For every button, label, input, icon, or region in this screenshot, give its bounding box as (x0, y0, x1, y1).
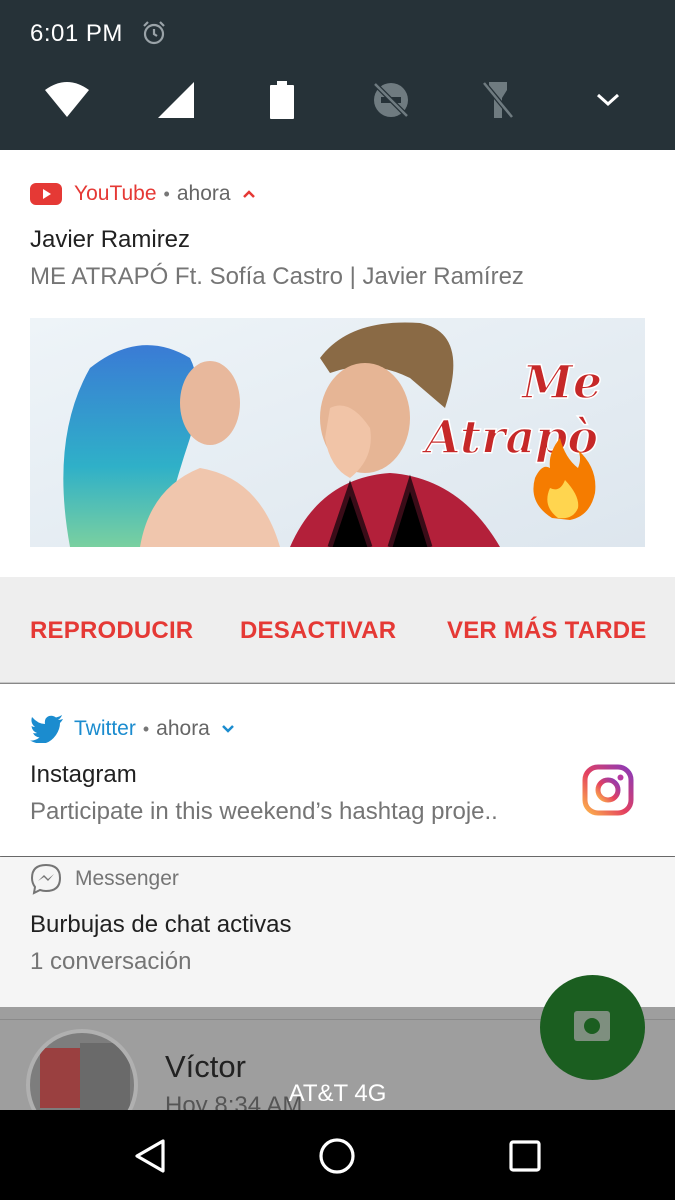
notification-text: 1 conversación (30, 948, 192, 975)
expand-chevron-icon[interactable] (220, 721, 236, 737)
youtube-icon (30, 181, 64, 207)
watch-later-button[interactable]: VER MÁS TARDE (447, 617, 647, 645)
instagram-icon (582, 764, 634, 816)
carrier-label: AT&T 4G (288, 1080, 387, 1107)
camera-fab[interactable] (540, 975, 645, 1080)
notification-header: Twitter • ahora (30, 715, 236, 743)
play-button[interactable]: REPRODUCIR (30, 617, 193, 645)
recents-icon (509, 1140, 541, 1172)
messenger-icon (30, 863, 64, 895)
app-name: Messenger (75, 867, 179, 890)
disable-button[interactable]: DESACTIVAR (240, 617, 396, 645)
collapse-chevron-icon[interactable] (241, 186, 257, 202)
youtube-notification[interactable]: YouTube • ahora Javier Ramirez ME ATRAPÓ… (0, 150, 675, 683)
notification-actions: REPRODUCIR DESACTIVAR VER MÁS TARDE (0, 577, 675, 683)
notification-text: ME ATRAPÓ Ft. Sofía Castro | Javier Ramí… (30, 263, 524, 290)
video-thumbnail[interactable]: Me Atrapò (30, 318, 645, 547)
status-time: 6:01 PM (30, 20, 123, 47)
recents-button[interactable] (501, 1132, 549, 1180)
twitter-bird-icon (30, 715, 64, 743)
thumbnail-title-line2: Atrapò (421, 410, 598, 464)
cell-signal-icon[interactable] (152, 76, 200, 124)
notification-header: YouTube • ahora (30, 181, 257, 207)
navigation-bar (0, 1110, 675, 1200)
twitter-notification[interactable]: Twitter • ahora Instagram Participate in… (0, 684, 675, 856)
app-name: YouTube (74, 182, 157, 205)
home-button[interactable] (313, 1132, 361, 1180)
notification-time: ahora (156, 717, 210, 740)
wifi-icon[interactable] (43, 76, 91, 124)
notification-title: Javier Ramirez (30, 226, 191, 253)
home-icon (319, 1138, 355, 1174)
alarm-icon (143, 21, 165, 45)
do-not-disturb-off-icon[interactable] (367, 76, 415, 124)
battery-icon[interactable] (258, 76, 306, 124)
back-button[interactable] (126, 1132, 174, 1180)
quick-settings-header: 6:01 PM (0, 0, 675, 150)
flashlight-off-icon[interactable] (474, 76, 522, 124)
notification-text: Participate in this weekend’s hashtag pr… (30, 798, 498, 825)
expand-chevron-icon[interactable] (584, 76, 632, 124)
notification-time: ahora (176, 182, 231, 205)
camera-icon (574, 1011, 610, 1041)
app-name: Twitter (74, 717, 136, 740)
notification-title: Instagram (30, 761, 137, 788)
notification-title: Burbujas de chat activas (30, 911, 292, 938)
back-icon (135, 1139, 165, 1173)
thumbnail-title-line1: Me (520, 355, 602, 409)
notification-header: Messenger (30, 863, 179, 895)
